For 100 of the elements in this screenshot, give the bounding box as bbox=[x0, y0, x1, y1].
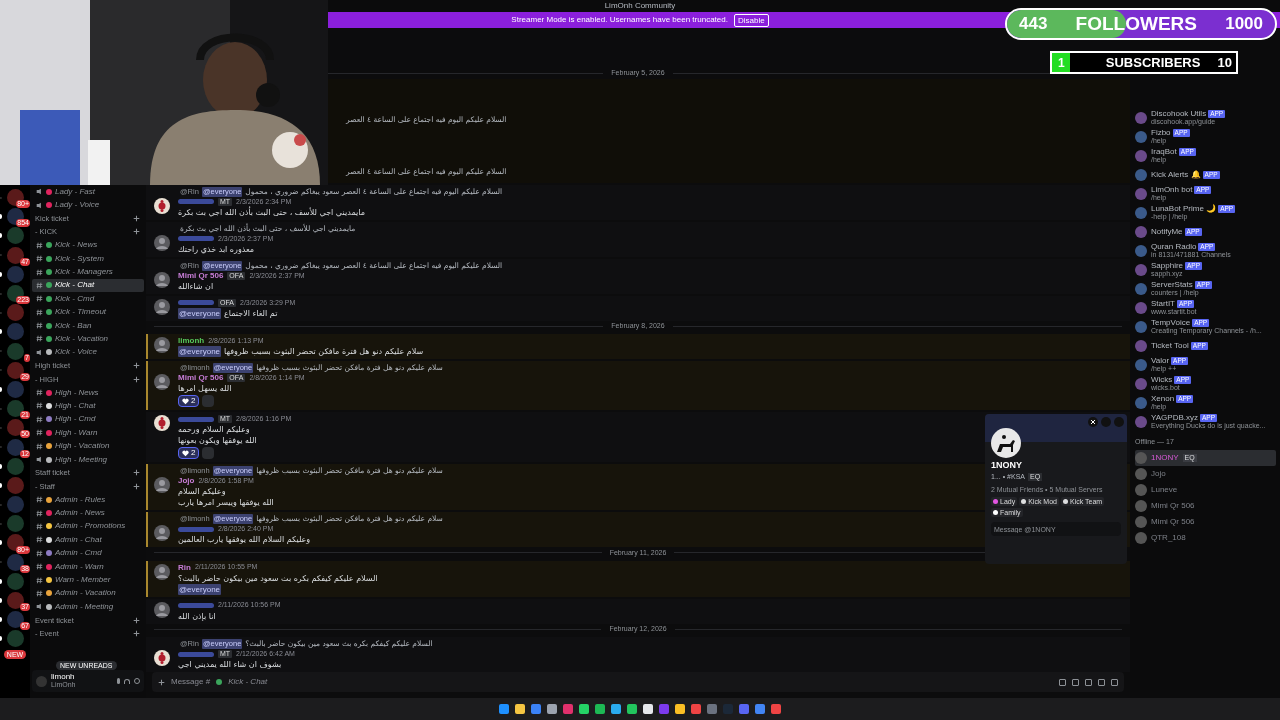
channel-item[interactable]: High - Vacation bbox=[32, 439, 144, 453]
member-name[interactable]: Jojo bbox=[1151, 467, 1166, 480]
channel-item[interactable]: Kick - Voice bbox=[32, 345, 144, 360]
member-name[interactable]: QTR_108 bbox=[1151, 531, 1186, 544]
channel-item[interactable]: Lady - Fast bbox=[32, 185, 144, 199]
channel-item[interactable]: Admin - Meeting bbox=[32, 600, 144, 614]
message-author[interactable]: limonh bbox=[178, 335, 205, 348]
channel-item[interactable]: Admin - Vacation bbox=[32, 586, 144, 601]
member-name[interactable]: 1NONY bbox=[1151, 451, 1179, 464]
channel-item[interactable]: Kick - System bbox=[32, 251, 144, 266]
member-name[interactable]: NotifyMe bbox=[1151, 227, 1183, 236]
channel-item[interactable]: Kick - Timeout bbox=[32, 305, 144, 319]
channel-item[interactable]: High - News bbox=[32, 385, 144, 400]
member-name[interactable]: TempVoice bbox=[1151, 318, 1191, 327]
app-icon[interactable] bbox=[659, 704, 669, 714]
banner-text: Streamer Mode is enabled. Usernames have been truncated. bbox=[511, 14, 728, 26]
heart-reaction[interactable]: 2 bbox=[178, 395, 200, 408]
member-name[interactable]: Sapphire bbox=[1151, 261, 1184, 270]
app-icon[interactable] bbox=[579, 704, 589, 714]
message-author[interactable]: Rin bbox=[178, 561, 191, 574]
heart-reaction[interactable]: 2 bbox=[178, 447, 200, 460]
channel-item[interactable]: Kick - Managers bbox=[32, 265, 144, 279]
member-name[interactable]: Ticket Tool bbox=[1151, 341, 1189, 350]
message-text: معذوره ابد خذي راحتك bbox=[178, 243, 255, 255]
app-icon[interactable] bbox=[531, 704, 541, 714]
add-icon[interactable] bbox=[133, 469, 140, 477]
channel-item[interactable]: Kick - Vacation bbox=[32, 332, 144, 346]
channel-item[interactable]: Admin - Rules bbox=[32, 493, 144, 507]
disable-button[interactable]: Disable bbox=[733, 13, 769, 27]
app-icon[interactable] bbox=[739, 704, 749, 714]
server-icon[interactable] bbox=[6, 438, 24, 456]
hash-icon bbox=[36, 589, 43, 597]
channel-item[interactable]: Kick - Chat bbox=[32, 278, 144, 293]
microphone-icon[interactable] bbox=[117, 678, 120, 684]
bot-avatar-icon bbox=[1135, 111, 1147, 124]
add-icon[interactable] bbox=[133, 228, 140, 236]
channel-item[interactable]: Admin - Warn bbox=[32, 559, 144, 574]
app-icon[interactable] bbox=[515, 704, 525, 714]
add-icon[interactable] bbox=[133, 630, 140, 638]
channel-item[interactable]: High - Cmd bbox=[32, 412, 144, 427]
channel-item[interactable]: Admin - News bbox=[32, 506, 144, 520]
bot-avatar-icon bbox=[1135, 244, 1147, 257]
channel-item[interactable]: Warn - Member bbox=[32, 573, 144, 587]
message-author[interactable]: Mimi Qr 506 bbox=[178, 372, 224, 385]
app-icon[interactable] bbox=[547, 704, 557, 714]
member-name[interactable]: StartIT bbox=[1151, 299, 1175, 308]
message-author[interactable]: Mimi Qr 506 bbox=[178, 269, 224, 282]
everyone-mention[interactable]: @everyone bbox=[178, 346, 222, 358]
channel-item[interactable]: Kick - Cmd bbox=[32, 292, 144, 306]
member-name[interactable]: Mimi Qr 506 bbox=[1151, 515, 1195, 528]
everyone-mention[interactable]: @everyone bbox=[178, 307, 222, 319]
member-name[interactable]: ServerStats bbox=[1151, 280, 1193, 289]
app-icon[interactable] bbox=[611, 704, 621, 714]
channel-item[interactable]: Kick - Ban bbox=[32, 318, 144, 333]
channel-item[interactable]: High - Chat bbox=[32, 399, 144, 413]
channel-item[interactable]: Admin - Cmd bbox=[32, 546, 144, 560]
add-icon[interactable] bbox=[133, 214, 140, 222]
member-name[interactable]: Mimi Qr 506 bbox=[1151, 499, 1195, 512]
member-name[interactable]: Discohook Utils bbox=[1151, 109, 1207, 118]
message-author[interactable]: Jojo bbox=[178, 475, 195, 488]
app-icon[interactable] bbox=[755, 704, 765, 714]
app-icon[interactable] bbox=[643, 704, 653, 714]
member-name[interactable]: Fizbo bbox=[1151, 128, 1171, 137]
message-input[interactable]: Message # Kick - Chat bbox=[152, 672, 1124, 692]
app-icon[interactable] bbox=[627, 704, 637, 714]
member-name[interactable]: Wicks bbox=[1151, 375, 1173, 384]
member-avatar-icon bbox=[1135, 499, 1147, 512]
app-icon[interactable] bbox=[595, 704, 605, 714]
channel-item[interactable]: Admin - Promotions bbox=[32, 519, 144, 534]
channel-item[interactable]: High - Warn bbox=[32, 426, 144, 440]
channel-item[interactable]: Lady - Voice bbox=[32, 198, 144, 212]
channel-item[interactable]: High - Meeting bbox=[32, 452, 144, 467]
close-icon[interactable] bbox=[1088, 417, 1098, 427]
member-name[interactable]: Luneve bbox=[1151, 483, 1178, 496]
channel-item[interactable]: Kick - News bbox=[32, 238, 144, 252]
member-name[interactable]: LimOnh bot bbox=[1151, 185, 1193, 194]
member-name[interactable]: Xenon bbox=[1151, 394, 1175, 403]
add-icon[interactable] bbox=[133, 375, 140, 383]
member-name[interactable]: LunaBot Prime 🌙 bbox=[1151, 204, 1217, 213]
everyone-mention[interactable]: @everyone bbox=[178, 583, 222, 595]
app-icon[interactable] bbox=[675, 704, 685, 714]
app-icon[interactable] bbox=[771, 704, 781, 714]
member-name[interactable]: YAGPDB.xyz bbox=[1151, 413, 1198, 422]
member-name[interactable]: Valor bbox=[1151, 356, 1170, 365]
add-icon[interactable] bbox=[133, 616, 140, 624]
subscribers-goal: 10 bbox=[1217, 53, 1232, 72]
add-icon[interactable] bbox=[133, 482, 140, 490]
message-text: الله يسهل امرها bbox=[178, 383, 232, 395]
member-name[interactable]: IraqBot bbox=[1151, 147, 1177, 156]
member-name[interactable]: Quran Radio bbox=[1151, 242, 1197, 251]
app-icon[interactable] bbox=[563, 704, 573, 714]
app-icon[interactable] bbox=[691, 704, 701, 714]
app-icon[interactable] bbox=[707, 704, 717, 714]
add-icon[interactable] bbox=[133, 362, 140, 370]
member-name[interactable]: Kick Alerts 🔔 bbox=[1151, 170, 1201, 179]
channel-name: Kick - Chat bbox=[228, 676, 268, 688]
app-icon[interactable] bbox=[499, 704, 509, 714]
input-placeholder: Message # bbox=[171, 676, 211, 688]
channel-item[interactable]: Admin - Chat bbox=[32, 533, 144, 547]
add-icon[interactable] bbox=[158, 678, 165, 686]
